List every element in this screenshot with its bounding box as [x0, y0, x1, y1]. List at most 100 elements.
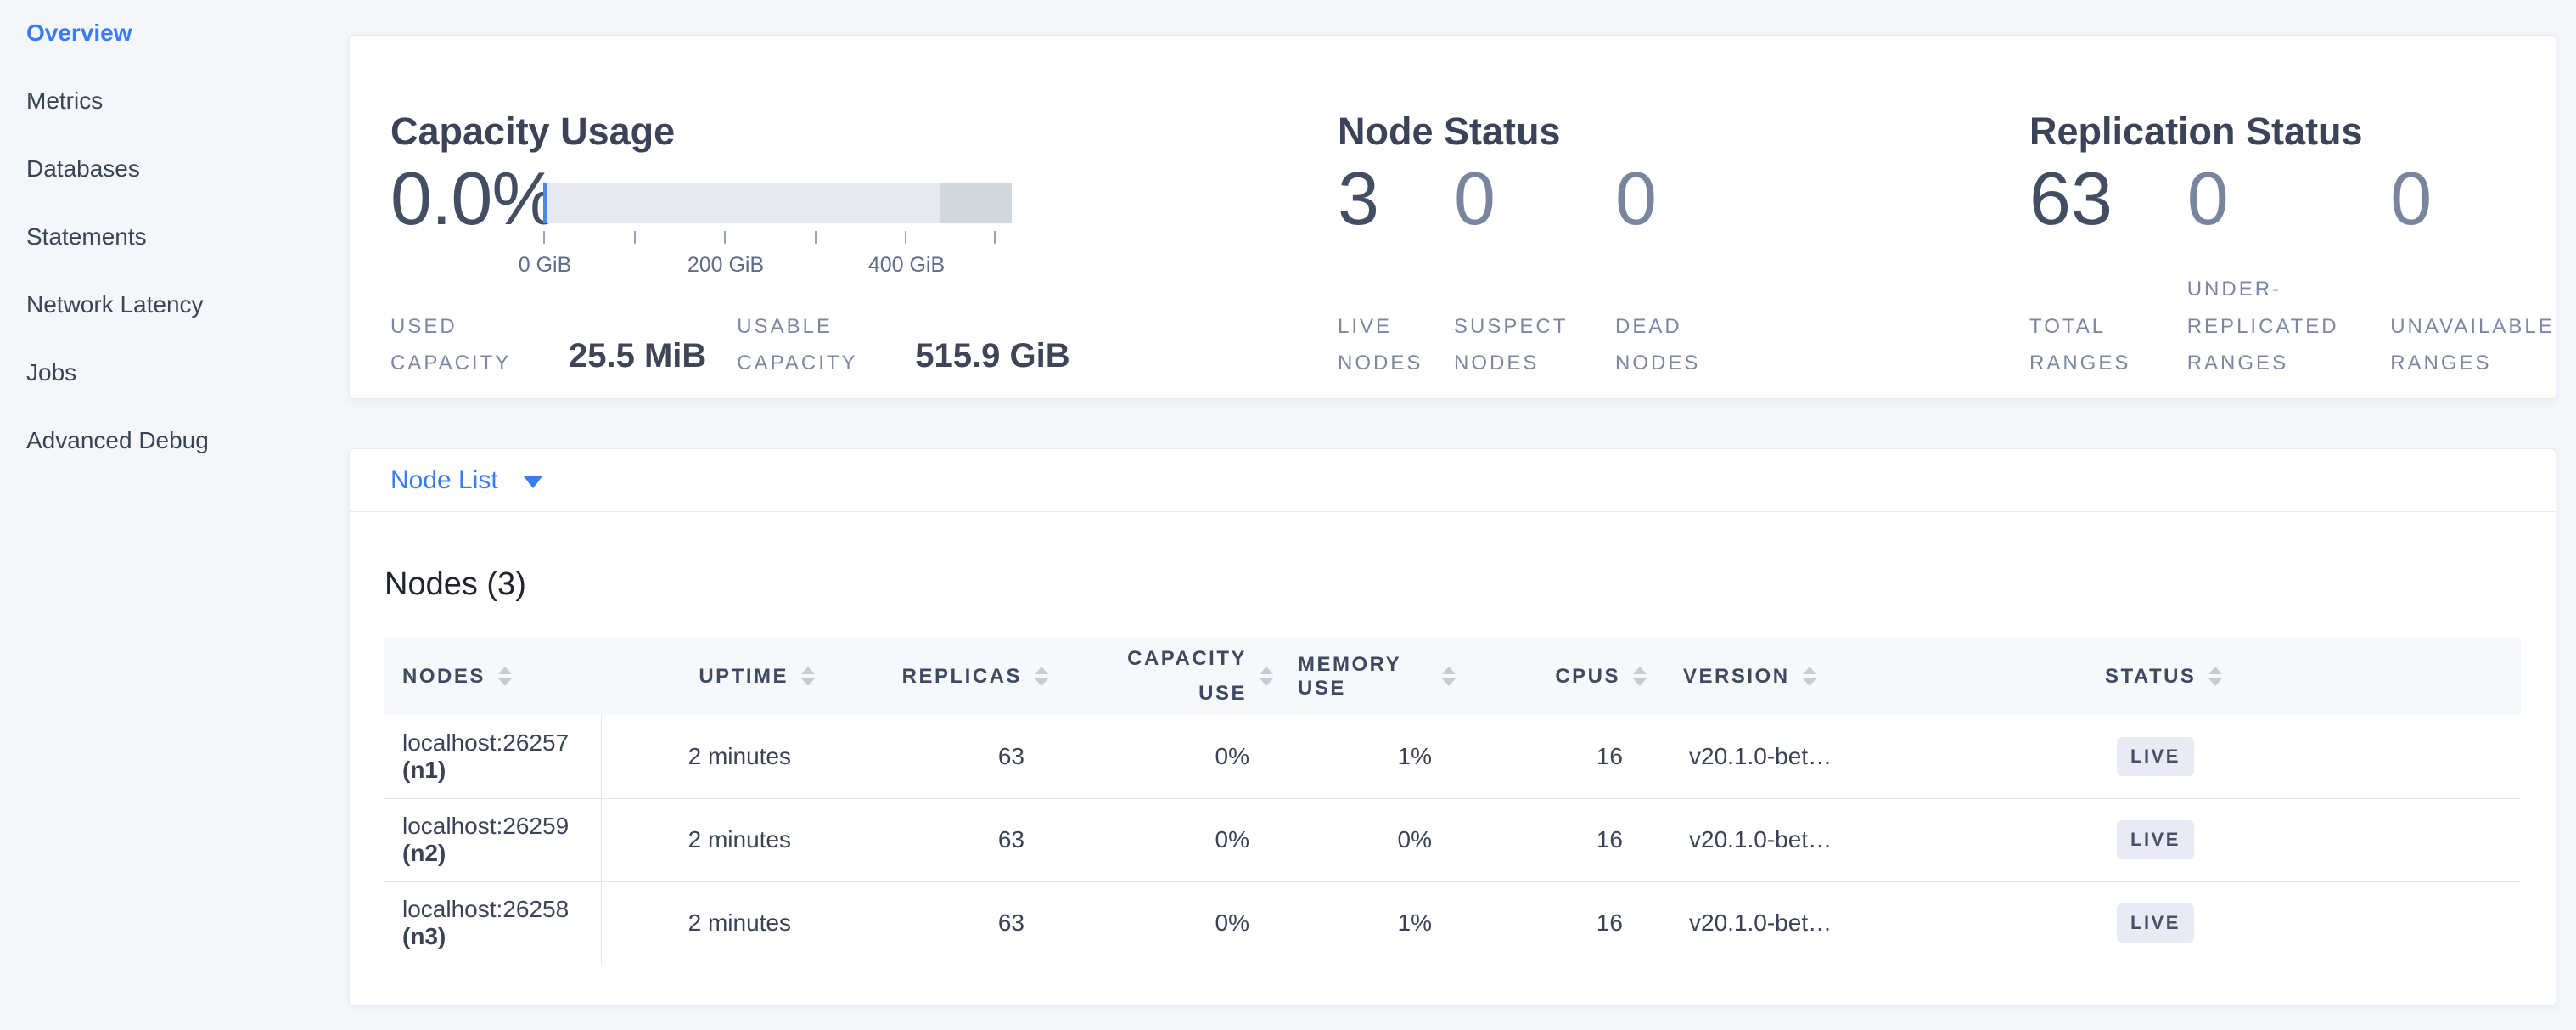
sort-icon [1260, 667, 1273, 686]
capacity-bar [543, 183, 1012, 223]
capacity-bar-free-segment [543, 183, 940, 223]
axis-tick-label: 200 GiB [687, 253, 764, 278]
column-header[interactable]: UPTIME [601, 638, 822, 715]
memory-use-cell: 1% [1280, 715, 1462, 798]
sidebar-item[interactable]: Network Latency [26, 292, 349, 317]
sort-icon [1633, 667, 1647, 686]
sidebar-item[interactable]: Jobs [26, 360, 349, 385]
cpus-cell: 16 [1462, 798, 1653, 881]
capacity-usage-title: Capacity Usage [390, 110, 675, 154]
replication-stat: 63 TOTAL RANGES [2029, 161, 2187, 381]
cpus-cell: 16 [1462, 881, 1653, 965]
node-status-stat: 3 LIVE NODES [1338, 161, 1454, 381]
node-address-cell: localhost:26258 (n3) [384, 881, 601, 965]
capacity-axis: 0 GiB 200 GiB 400 GiB [543, 231, 1012, 282]
cpus-cell: 16 [1462, 715, 1653, 798]
table-row: localhost:26257 (n1) 2 minutes 63 0% 1% … [384, 715, 2521, 798]
usable-capacity-stat: USABLE CAPACITY 515.9 GiB [737, 308, 1069, 381]
used-capacity-value: 25.5 MiB [569, 339, 706, 373]
caret-down-icon [524, 476, 542, 488]
column-header[interactable]: CPUS [1462, 638, 1653, 715]
stat-value: 0 [2390, 161, 2562, 236]
sort-icon [801, 667, 815, 686]
stat-value: 0 [1615, 161, 1743, 236]
column-header[interactable]: VERSION [1653, 638, 2087, 715]
table-header-row: NODES UPTIME [384, 638, 2521, 715]
usable-capacity-label: USABLE CAPACITY [737, 308, 888, 381]
capacity-use-cell: 0% [1055, 715, 1280, 798]
stat-value: 63 [2029, 161, 2187, 236]
column-header[interactable]: REPLICAS [822, 638, 1055, 715]
replication-status-title: Replication Status [2029, 110, 2363, 154]
stat-value: 3 [1338, 161, 1454, 236]
node-address-cell: localhost:26257 (n1) [384, 715, 601, 798]
node-status-stats: 3 LIVE NODES 0 SUSPECT NODES 0 DEAD NODE… [1338, 161, 1743, 381]
version-cell: v20.1.0-bet… [1653, 881, 2087, 965]
replication-status-stats: 63 TOTAL RANGES 0 UNDER-REPLICATED RANGE… [2029, 161, 2563, 381]
status-cell: LIVE [2087, 798, 2521, 881]
stat-label: SUSPECT NODES [1454, 308, 1581, 381]
capacity-stats: USED CAPACITY 25.5 MiB USABLE CAPACITY 5… [390, 308, 1070, 381]
replicas-cell: 63 [822, 881, 1055, 965]
admin-ui-overview-page: Overview Metrics Databases Statements Ne… [0, 0, 2576, 1030]
replication-stat: 0 UNDER-REPLICATED RANGES [2187, 161, 2390, 381]
capacity-percent: 0.0% [390, 161, 558, 236]
stat-label: UNAVAILABLE RANGES [2390, 308, 2562, 381]
node-address-cell: localhost:26259 (n2) [384, 798, 601, 881]
capacity-bar-chart: 0 GiB 200 GiB 400 GiB [543, 183, 1012, 223]
version-cell: v20.1.0-bet… [1653, 798, 2087, 881]
node-list-dropdown-label: Node List [390, 466, 498, 495]
column-header[interactable]: MEMORY USE [1280, 638, 1462, 715]
sidebar: Overview Metrics Databases Statements Ne… [0, 0, 349, 1030]
uptime-cell: 2 minutes [601, 798, 822, 881]
uptime-cell: 2 minutes [601, 881, 822, 965]
replicas-cell: 63 [822, 798, 1055, 881]
live-status-badge: LIVE [2117, 737, 2194, 776]
sort-icon [498, 667, 512, 686]
sidebar-item[interactable]: Statements [26, 224, 349, 249]
capacity-bar-other-segment [940, 183, 1012, 223]
replication-status-section: Replication Status 63 TOTAL RANGES 0 UND… [2029, 36, 2556, 398]
live-status-badge: LIVE [2117, 820, 2194, 859]
sidebar-item[interactable]: Advanced Debug [26, 428, 349, 453]
column-header[interactable]: NODES [384, 638, 601, 715]
sidebar-item[interactable]: Databases [26, 156, 349, 181]
axis-tick-label: 400 GiB [868, 253, 945, 278]
sort-icon [1442, 667, 1456, 686]
sort-icon [1803, 667, 1816, 686]
node-status-section: Node Status 3 LIVE NODES 0 SUSPECT NODES [1338, 36, 1932, 398]
status-cell: LIVE [2087, 881, 2521, 965]
capacity-use-cell: 0% [1055, 881, 1280, 965]
capacity-use-cell: 0% [1055, 798, 1280, 881]
node-table-container: Nodes (3) NODES [350, 566, 2556, 965]
stat-label: DEAD NODES [1615, 308, 1743, 381]
sidebar-item[interactable]: Overview [26, 20, 349, 45]
replicas-cell: 63 [822, 715, 1055, 798]
nodes-heading: Nodes (3) [384, 566, 2521, 603]
sort-icon [2208, 667, 2222, 686]
stat-label: UNDER-REPLICATED RANGES [2187, 271, 2364, 381]
main-content: Capacity Usage 0.0% 0 GiB 200 GiB 400 Gi… [349, 0, 2556, 1030]
usable-capacity-value: 515.9 GiB [915, 339, 1069, 373]
stat-value: 0 [2187, 161, 2390, 236]
sidebar-item[interactable]: Metrics [26, 88, 349, 113]
node-list-dropdown[interactable]: Node List [350, 449, 2556, 512]
memory-use-cell: 1% [1280, 881, 1462, 965]
used-capacity-label: USED CAPACITY [390, 308, 542, 381]
table-row: localhost:26258 (n3) 2 minutes 63 0% 1% … [384, 881, 2521, 965]
column-header[interactable]: STATUS [2087, 638, 2521, 715]
node-status-stat: 0 SUSPECT NODES [1454, 161, 1615, 381]
stat-value: 0 [1454, 161, 1615, 236]
replication-stat: 0 UNAVAILABLE RANGES [2390, 161, 2562, 381]
memory-use-cell: 0% [1280, 798, 1462, 881]
node-status-stat: 0 DEAD NODES [1615, 161, 1743, 381]
stat-label: LIVE NODES [1338, 308, 1454, 381]
uptime-cell: 2 minutes [601, 715, 822, 798]
column-header[interactable]: CAPACITY USE [1055, 638, 1280, 715]
node-status-title: Node Status [1338, 110, 1561, 154]
capacity-bar-used-segment [543, 183, 547, 223]
nodes-table: NODES UPTIME [384, 638, 2521, 965]
live-status-badge: LIVE [2117, 903, 2194, 943]
axis-tick-label: 0 GiB [519, 253, 572, 278]
node-list-card: Node List Nodes (3) NODES [349, 448, 2556, 1006]
